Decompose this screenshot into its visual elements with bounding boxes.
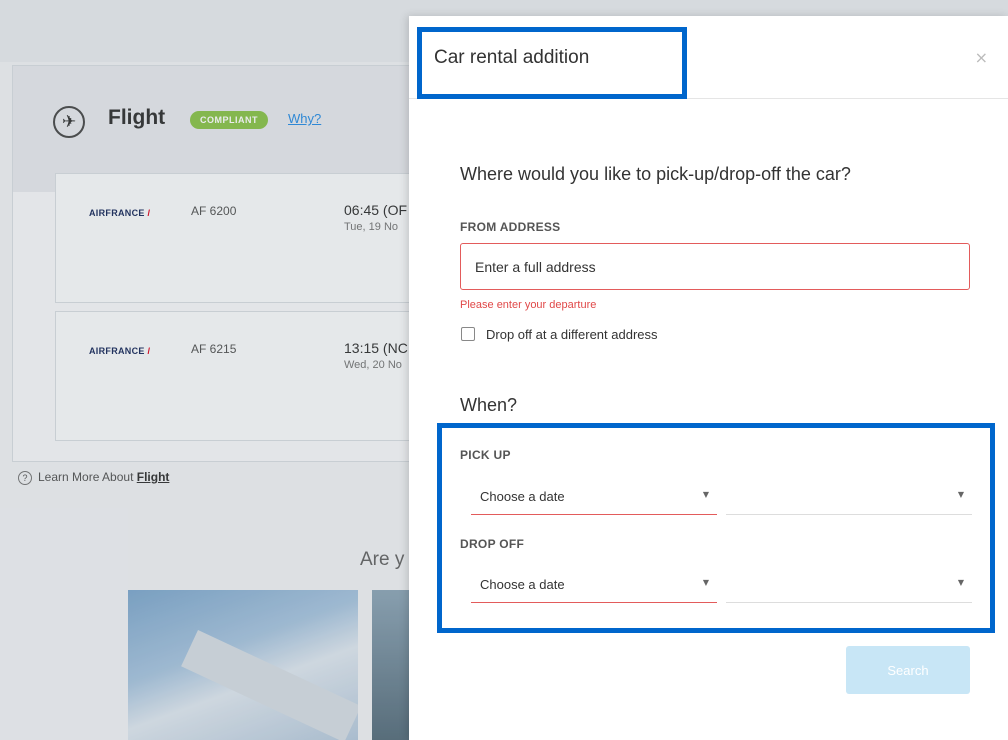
different-address-checkbox[interactable] bbox=[461, 327, 475, 341]
different-address-label[interactable]: Drop off at a different address bbox=[486, 327, 658, 342]
from-address-input[interactable] bbox=[460, 243, 970, 290]
from-address-error: Please enter your departure bbox=[460, 299, 597, 311]
when-highlight-box bbox=[437, 423, 995, 633]
from-address-label: FROM ADDRESS bbox=[460, 220, 561, 234]
when-heading: When? bbox=[460, 395, 518, 415]
close-icon[interactable]: × bbox=[975, 48, 988, 67]
title-highlight-box bbox=[417, 27, 687, 99]
location-question: Where would you like to pick-up/drop-off… bbox=[460, 164, 851, 184]
search-button[interactable]: Search bbox=[846, 646, 970, 694]
